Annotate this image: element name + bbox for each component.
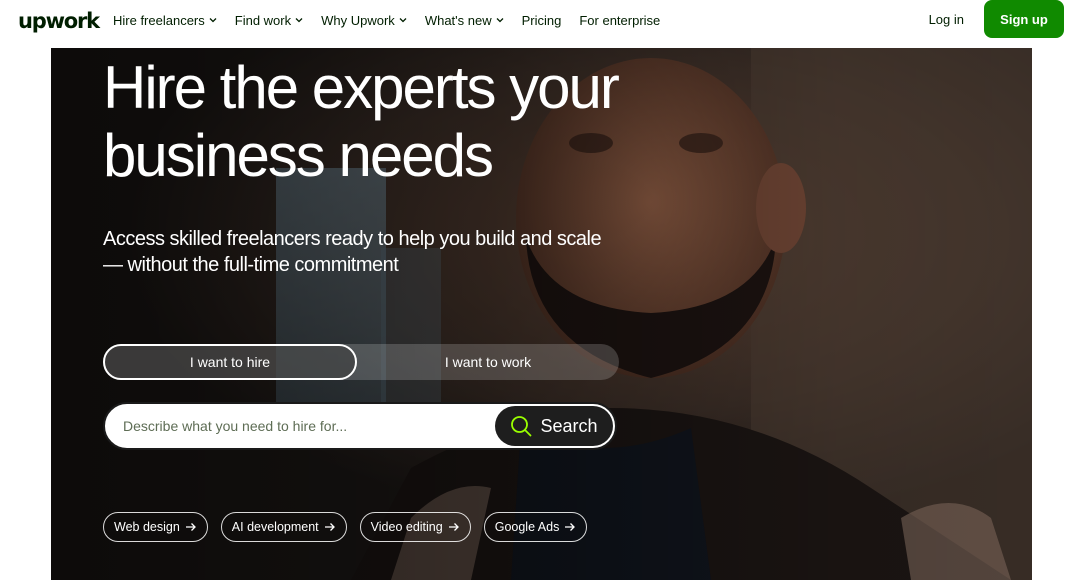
chevron-down-icon <box>399 16 407 24</box>
nav-label: Why Upwork <box>321 12 395 28</box>
hire-work-toggle: I want to hire I want to work <box>103 344 619 380</box>
nav-label: Pricing <box>521 12 562 28</box>
chip-ai-development[interactable]: AI development <box>220 512 347 542</box>
chip-web-design[interactable]: Web design <box>103 512 208 542</box>
search-icon <box>510 415 532 437</box>
top-navigation: upwork Hire freelancers Find work Why Up… <box>0 0 1080 48</box>
hero-subtitle-line-2: — without the full-time commitment <box>103 254 399 276</box>
upwork-logo[interactable]: upwork <box>18 6 100 36</box>
chip-google-ads[interactable]: Google Ads <box>483 512 588 542</box>
chip-label: AI development <box>231 520 319 534</box>
nav-find-work[interactable]: Find work <box>235 13 303 28</box>
nav-for-enterprise[interactable]: For enterprise <box>579 13 660 28</box>
nav-label: For enterprise <box>579 12 661 28</box>
chip-label: Web design <box>114 520 180 534</box>
chip-label: Video editing <box>370 520 443 534</box>
hero-title-line-2: business needs <box>103 122 494 189</box>
chevron-down-icon <box>209 16 217 24</box>
search-bar: Search <box>103 402 617 450</box>
nav-why-upwork[interactable]: Why Upwork <box>321 13 407 28</box>
nav-label: Find work <box>234 12 292 28</box>
arrow-right-icon <box>448 522 460 532</box>
toggle-hire[interactable]: I want to hire <box>103 344 357 380</box>
login-link[interactable]: Log in <box>929 12 964 27</box>
logo-text: upwork <box>18 9 100 33</box>
hero-subtitle: Access skilled freelancers ready to help… <box>103 226 663 278</box>
signup-button[interactable]: Sign up <box>984 0 1064 38</box>
chevron-down-icon <box>496 16 504 24</box>
nav-whats-new[interactable]: What's new <box>425 13 504 28</box>
arrow-right-icon <box>185 522 197 532</box>
nav-label: What's new <box>424 12 492 28</box>
search-button[interactable]: Search <box>495 406 613 446</box>
hero-subtitle-line-1: Access skilled freelancers ready to help… <box>103 228 602 250</box>
chip-label: Google Ads <box>494 520 560 534</box>
search-button-label: Search <box>540 415 598 436</box>
chip-video-editing[interactable]: Video editing <box>359 512 471 542</box>
nav-pricing[interactable]: Pricing <box>522 13 562 28</box>
hero-title: Hire the experts your business needs <box>103 54 723 190</box>
toggle-work[interactable]: I want to work <box>357 344 619 380</box>
hero-title-line-1: Hire the experts your <box>103 54 620 121</box>
nav-hire-freelancers[interactable]: Hire freelancers <box>113 13 217 28</box>
auth-actions: Log in Sign up <box>929 0 1064 38</box>
hero-section: Hire the experts your business needs Acc… <box>51 48 1032 580</box>
arrow-right-icon <box>564 522 576 532</box>
suggestion-chips: Web design AI development Video editing … <box>103 512 600 542</box>
arrow-right-icon <box>324 522 336 532</box>
search-input[interactable] <box>105 406 495 446</box>
nav-label: Hire freelancers <box>113 12 205 28</box>
chevron-down-icon <box>295 16 303 24</box>
main-nav: Hire freelancers Find work Why Upwork Wh… <box>113 10 678 30</box>
